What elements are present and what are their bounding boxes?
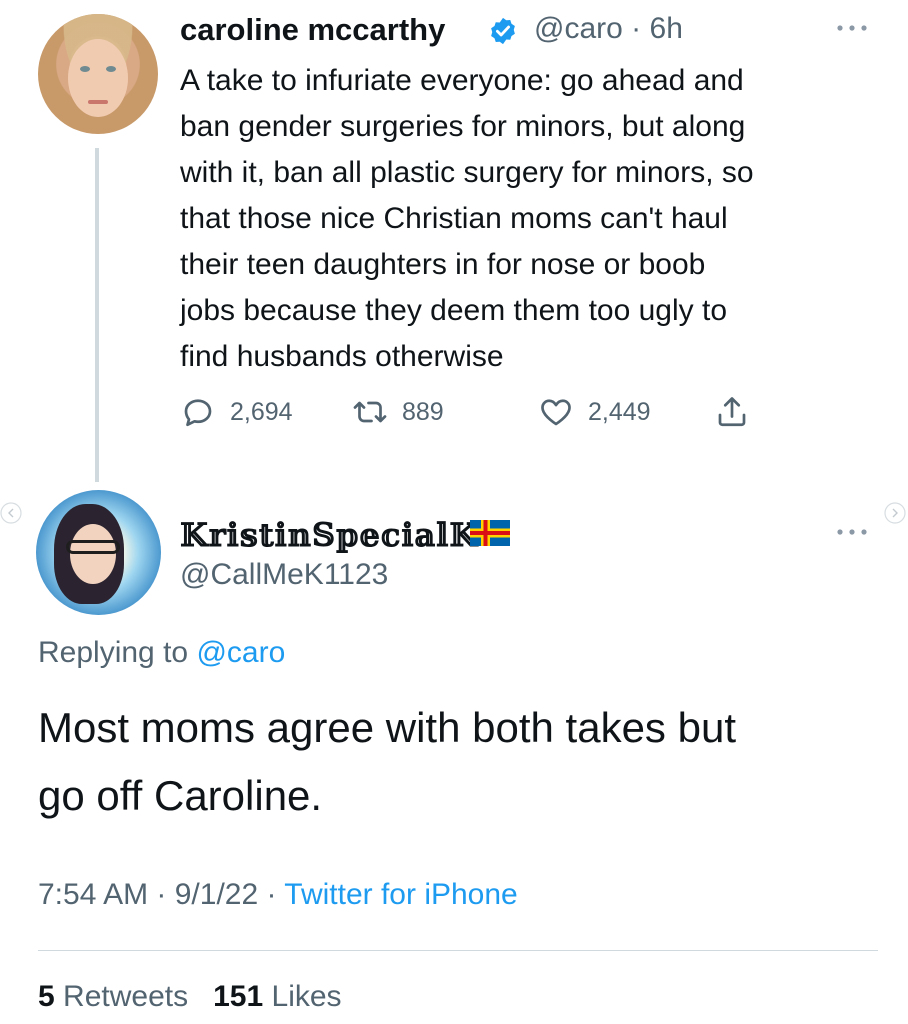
more-icon[interactable] (832, 22, 872, 34)
share-icon (718, 397, 746, 427)
retweets-count: 5 (38, 980, 55, 1013)
reply-count: 2,694 (230, 397, 293, 426)
more-icon[interactable] (832, 526, 872, 538)
source-link[interactable]: Twitter for iPhone (284, 878, 517, 911)
separator: · (258, 878, 285, 911)
replying-to: Replying to @caro (38, 636, 285, 670)
avatar-eye (106, 66, 116, 72)
divider (38, 950, 878, 951)
share-button[interactable] (714, 394, 764, 430)
author-handle-and-time: @caro · 6h (534, 12, 683, 46)
tweet-text: A take to infuriate everyone: go ahead a… (180, 64, 754, 373)
reply-button[interactable]: 2,694 (180, 394, 293, 430)
replying-mention-link[interactable]: @caro (196, 636, 285, 669)
author-name[interactable]: 𝕂𝕣𝕚𝕤𝕥𝕚𝕟𝕊𝕡𝕖𝕔𝕚𝕒𝕝𝕂 (180, 516, 478, 554)
tweet-meta: 7:54 AM · 9/1/22 · Twitter for iPhone (38, 878, 518, 912)
avatar-eye (80, 66, 90, 72)
reply-text: Most moms agree with both takes but go o… (38, 704, 736, 819)
avatar[interactable] (38, 14, 158, 134)
retweets-label: Retweets (63, 980, 189, 1013)
like-button[interactable]: 2,449 (538, 394, 651, 430)
avatar-glasses (66, 540, 120, 554)
separator: · (148, 878, 175, 911)
separator: · (631, 12, 642, 45)
tweet-time[interactable]: 7:54 AM (38, 878, 148, 911)
like-count: 2,449 (588, 397, 651, 426)
chevron-left-icon[interactable] (0, 502, 22, 524)
engagement-stats: 5 Retweets 151 Likes (38, 980, 342, 1014)
retweet-button[interactable]: 889 (352, 394, 444, 430)
aland-flag-icon (470, 520, 510, 546)
replying-prefix: Replying to (38, 636, 189, 669)
thread-line (95, 148, 99, 482)
verified-badge-icon (491, 17, 515, 45)
author-handle[interactable]: @caro (534, 12, 623, 45)
retweets-stat-link[interactable]: 5 Retweets (38, 980, 188, 1013)
heart-icon (541, 399, 571, 426)
likes-stat-link[interactable]: 151 Likes (213, 980, 341, 1013)
tweet-time[interactable]: 6h (650, 12, 683, 45)
avatar[interactable] (36, 490, 161, 615)
avatar-mouth (88, 100, 108, 104)
likes-label: Likes (271, 980, 342, 1013)
avatar-face (70, 524, 116, 584)
chevron-right-icon[interactable] (884, 502, 906, 524)
likes-count: 151 (213, 980, 264, 1013)
avatar-face (68, 39, 128, 117)
author-name[interactable]: caroline mccarthy (180, 12, 445, 48)
tweet-date[interactable]: 9/1/22 (175, 878, 258, 911)
author-handle[interactable]: @CallMeK1123 (180, 558, 388, 592)
retweet-icon (353, 401, 387, 423)
reply-icon (184, 399, 212, 427)
retweet-count: 889 (402, 397, 444, 426)
